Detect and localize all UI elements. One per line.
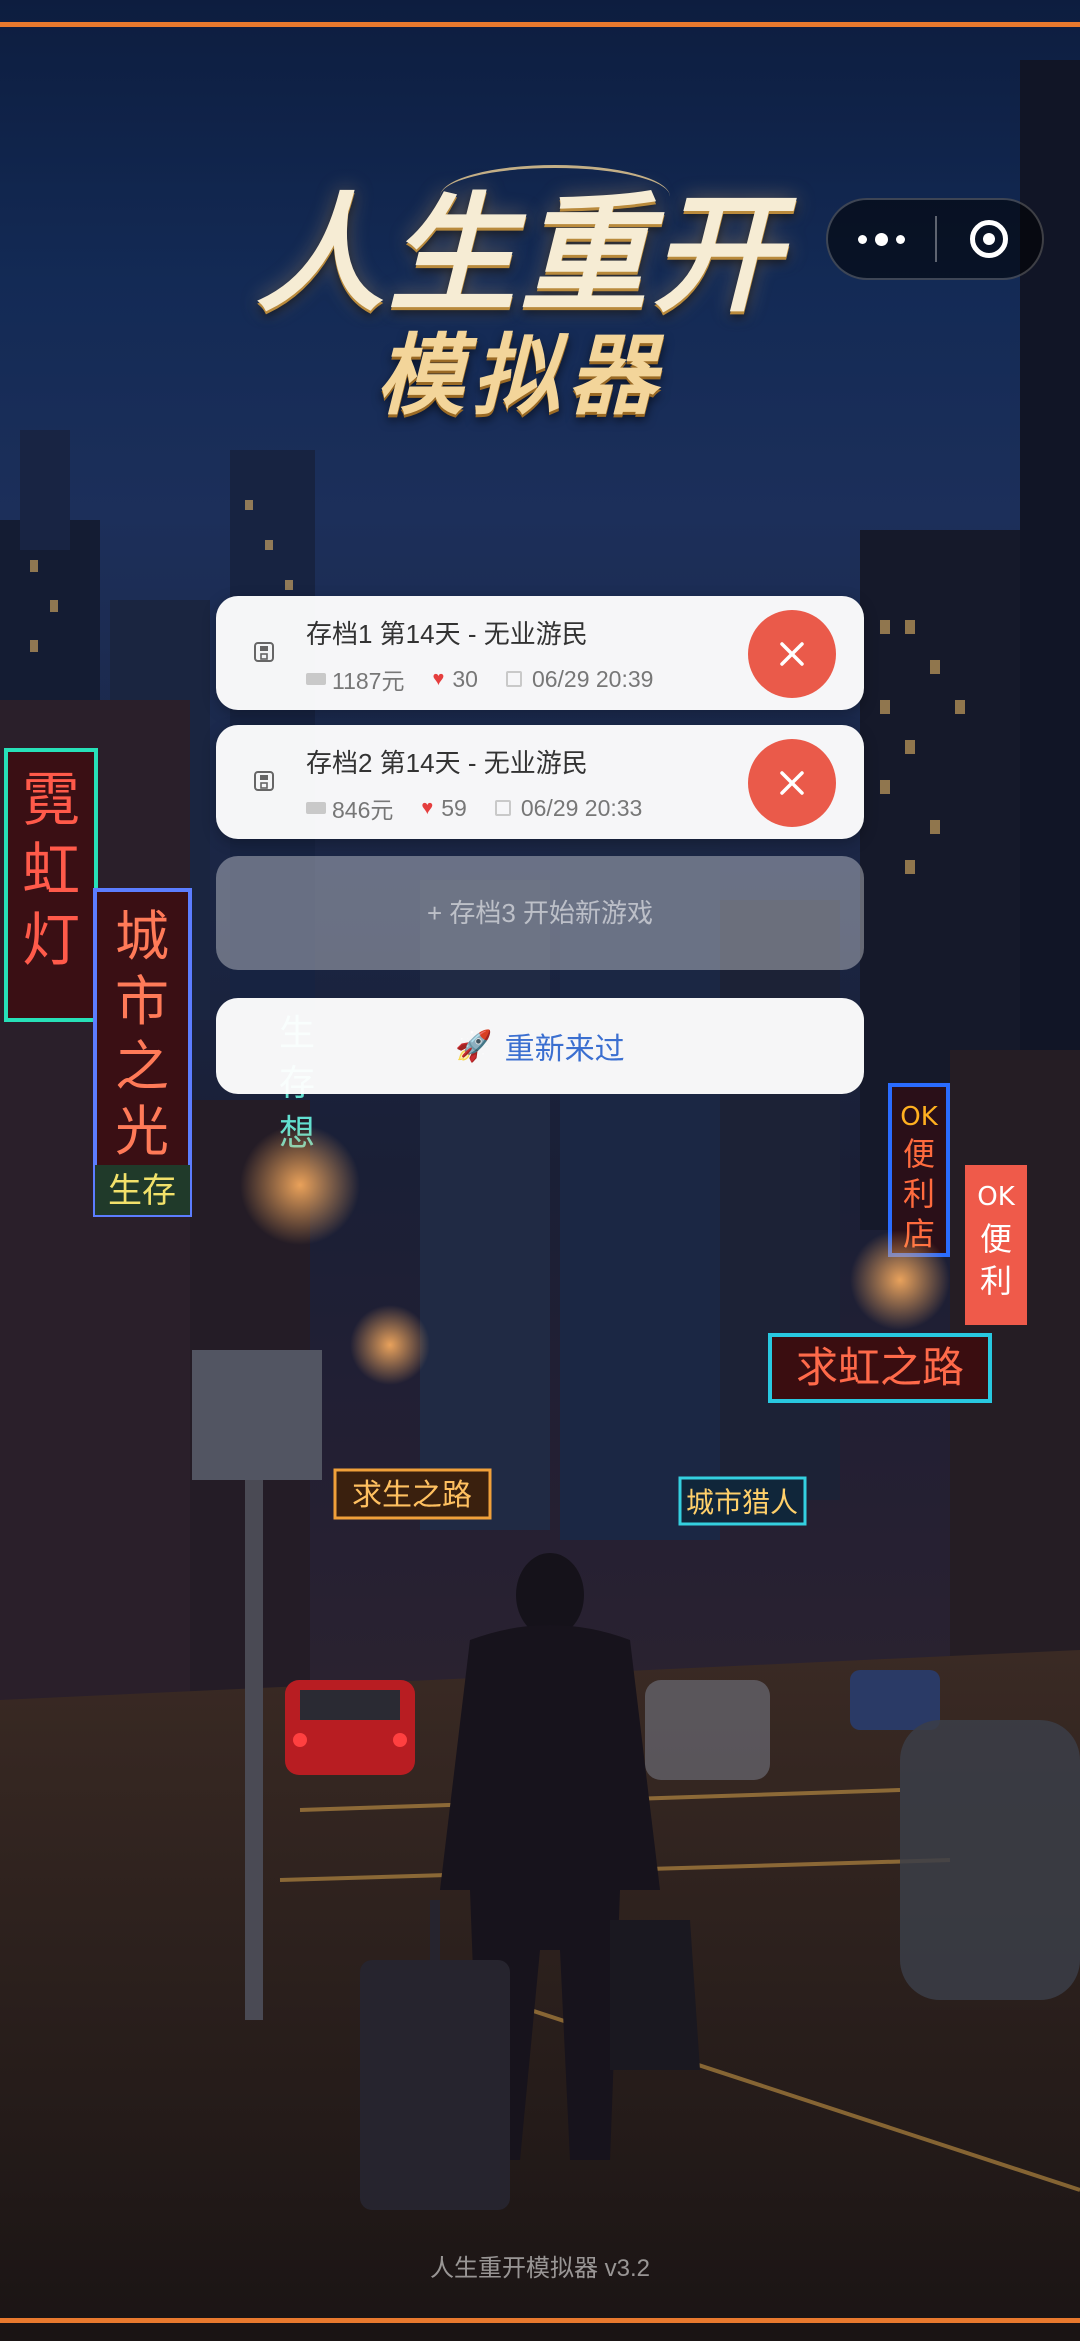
- save-money: 1187元: [332, 668, 405, 694]
- restart-button[interactable]: 🚀 重新来过: [216, 998, 864, 1094]
- target-close-icon: [970, 220, 1009, 258]
- more-button[interactable]: [828, 200, 935, 278]
- svg-text:求生之路: 求生之路: [352, 1478, 472, 1513]
- save-time: 06/29 20:33: [520, 794, 643, 821]
- svg-text:利: 利: [980, 1262, 1012, 1300]
- save-health: 59: [441, 794, 467, 821]
- game-logo: 人生重开 模拟器: [200, 165, 840, 455]
- svg-text:OK: OK: [977, 1182, 1015, 1212]
- svg-text:OK: OK: [900, 1102, 938, 1132]
- save-file-icon: [254, 771, 274, 791]
- svg-text:利: 利: [903, 1175, 935, 1213]
- delete-save-button[interactable]: [748, 610, 836, 698]
- new-game-label: + 存档3 开始新游戏: [426, 898, 654, 928]
- rocket-icon: 🚀: [455, 1029, 493, 1063]
- logo-subtitle: 模拟器: [375, 323, 664, 427]
- restart-label: 重新来过: [504, 1033, 625, 1066]
- bottom-accent-bar: [0, 2318, 1080, 2323]
- svg-text:市: 市: [115, 970, 169, 1033]
- svg-text:生存: 生存: [108, 1171, 176, 1211]
- save-slot-1[interactable]: 存档1 第14天 - 无业游民 1187元 ♥ 30 06/29 20:39: [216, 596, 864, 710]
- svg-text:求虹之路: 求虹之路: [796, 1343, 964, 1392]
- miniprogram-capsule: [826, 198, 1044, 280]
- svg-text:霓: 霓: [22, 766, 80, 834]
- save-meta: 846元 ♥ 59 06/29 20:33: [306, 791, 642, 825]
- svg-text:虹: 虹: [22, 836, 80, 904]
- save-slot-2[interactable]: 存档2 第14天 - 无业游民 846元 ♥ 59 06/29 20:33: [216, 725, 864, 839]
- version-footer: 人生重开模拟器 v3.2: [429, 2255, 651, 2282]
- save-title: 存档1 第14天 - 无业游民: [306, 619, 588, 649]
- close-icon: [780, 771, 804, 795]
- new-game-slot-3[interactable]: + 存档3 开始新游戏: [216, 856, 864, 970]
- svg-text:灯: 灯: [22, 906, 80, 974]
- heart-icon: ♥: [432, 667, 445, 690]
- game-home-screen: 霓 虹 灯 城 市 之 光 生存 OK 便 利 店 OK 便 利 求虹之路 求生…: [0, 0, 1080, 2341]
- more-dots-icon: [858, 234, 867, 244]
- logo-title: 人生重开: [255, 180, 784, 330]
- svg-text:便: 便: [980, 1220, 1012, 1258]
- save-file-icon: [254, 642, 274, 662]
- save-meta: 1187元 ♥ 30 06/29 20:39: [306, 662, 653, 696]
- svg-text:城市猎人: 城市猎人: [686, 1486, 798, 1519]
- svg-text:便: 便: [903, 1135, 935, 1173]
- svg-text:光: 光: [115, 1100, 169, 1163]
- money-icon: [306, 673, 326, 685]
- close-icon: [780, 642, 804, 666]
- save-health: 30: [452, 665, 478, 692]
- save-time: 06/29 20:39: [531, 665, 654, 692]
- save-title: 存档2 第14天 - 无业游民: [306, 748, 588, 778]
- close-miniprogram-button[interactable]: [937, 200, 1042, 278]
- delete-save-button[interactable]: [748, 739, 836, 827]
- money-icon: [306, 802, 326, 814]
- heart-icon: ♥: [421, 796, 434, 819]
- top-accent-bar: [0, 22, 1080, 27]
- svg-text:之: 之: [115, 1035, 169, 1098]
- save-money: 846元: [332, 797, 394, 823]
- svg-text:城: 城: [115, 905, 169, 968]
- calendar-icon: [494, 800, 511, 816]
- calendar-icon: [505, 671, 522, 687]
